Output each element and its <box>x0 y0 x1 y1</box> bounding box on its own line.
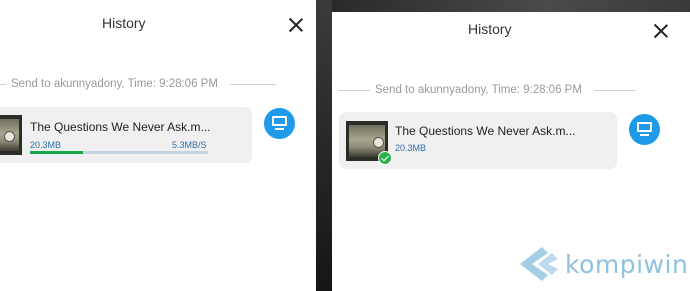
file-size: 20.3MB <box>30 140 62 150</box>
transfer-speed: 5.3MB/S <box>172 140 207 150</box>
file-size: 20.3MB <box>395 143 427 153</box>
watermark-text: kompiwin <box>565 250 689 279</box>
window-title: History <box>468 21 512 37</box>
transfer-meta: Send to akunnyadony, Time: 9:28:06 PM <box>11 78 218 90</box>
file-bubble[interactable]: The Questions We Never Ask.m... 20.3MB 5… <box>0 107 252 163</box>
background-top-strip <box>332 0 690 12</box>
computer-icon[interactable] <box>264 108 295 139</box>
file-bubble[interactable]: The Questions We Never Ask.m... 20.3MB <box>339 112 617 169</box>
computer-icon[interactable] <box>629 114 660 145</box>
close-icon[interactable] <box>654 24 668 38</box>
progress-fill <box>30 151 84 154</box>
history-window-right: History Send to akunnyadony, Time: 9:28:… <box>332 12 690 291</box>
monitor-screen <box>272 116 287 126</box>
close-icon[interactable] <box>289 18 303 32</box>
background-gap <box>316 0 332 291</box>
watermark-logo-icon <box>520 247 558 281</box>
file-name: The Questions We Never Ask.m... <box>30 120 211 134</box>
thumbnail-object <box>373 137 384 148</box>
divider <box>0 84 6 85</box>
thumbnail-object <box>4 131 15 142</box>
check-icon <box>378 151 392 165</box>
video-thumbnail <box>0 115 22 155</box>
transfer-meta: Send to akunnyadony, Time: 9:28:06 PM <box>375 84 582 96</box>
divider <box>338 90 370 91</box>
history-window-left: History Send to akunnyadony, Time: 9:28:… <box>0 0 316 291</box>
window-title: History <box>102 15 146 31</box>
divider <box>230 84 276 85</box>
monitor-stand <box>640 134 649 136</box>
divider <box>594 90 636 91</box>
monitor-stand <box>275 128 284 130</box>
progress-bar <box>30 151 208 154</box>
monitor-screen <box>637 122 652 132</box>
file-name: The Questions We Never Ask.m... <box>395 124 576 138</box>
